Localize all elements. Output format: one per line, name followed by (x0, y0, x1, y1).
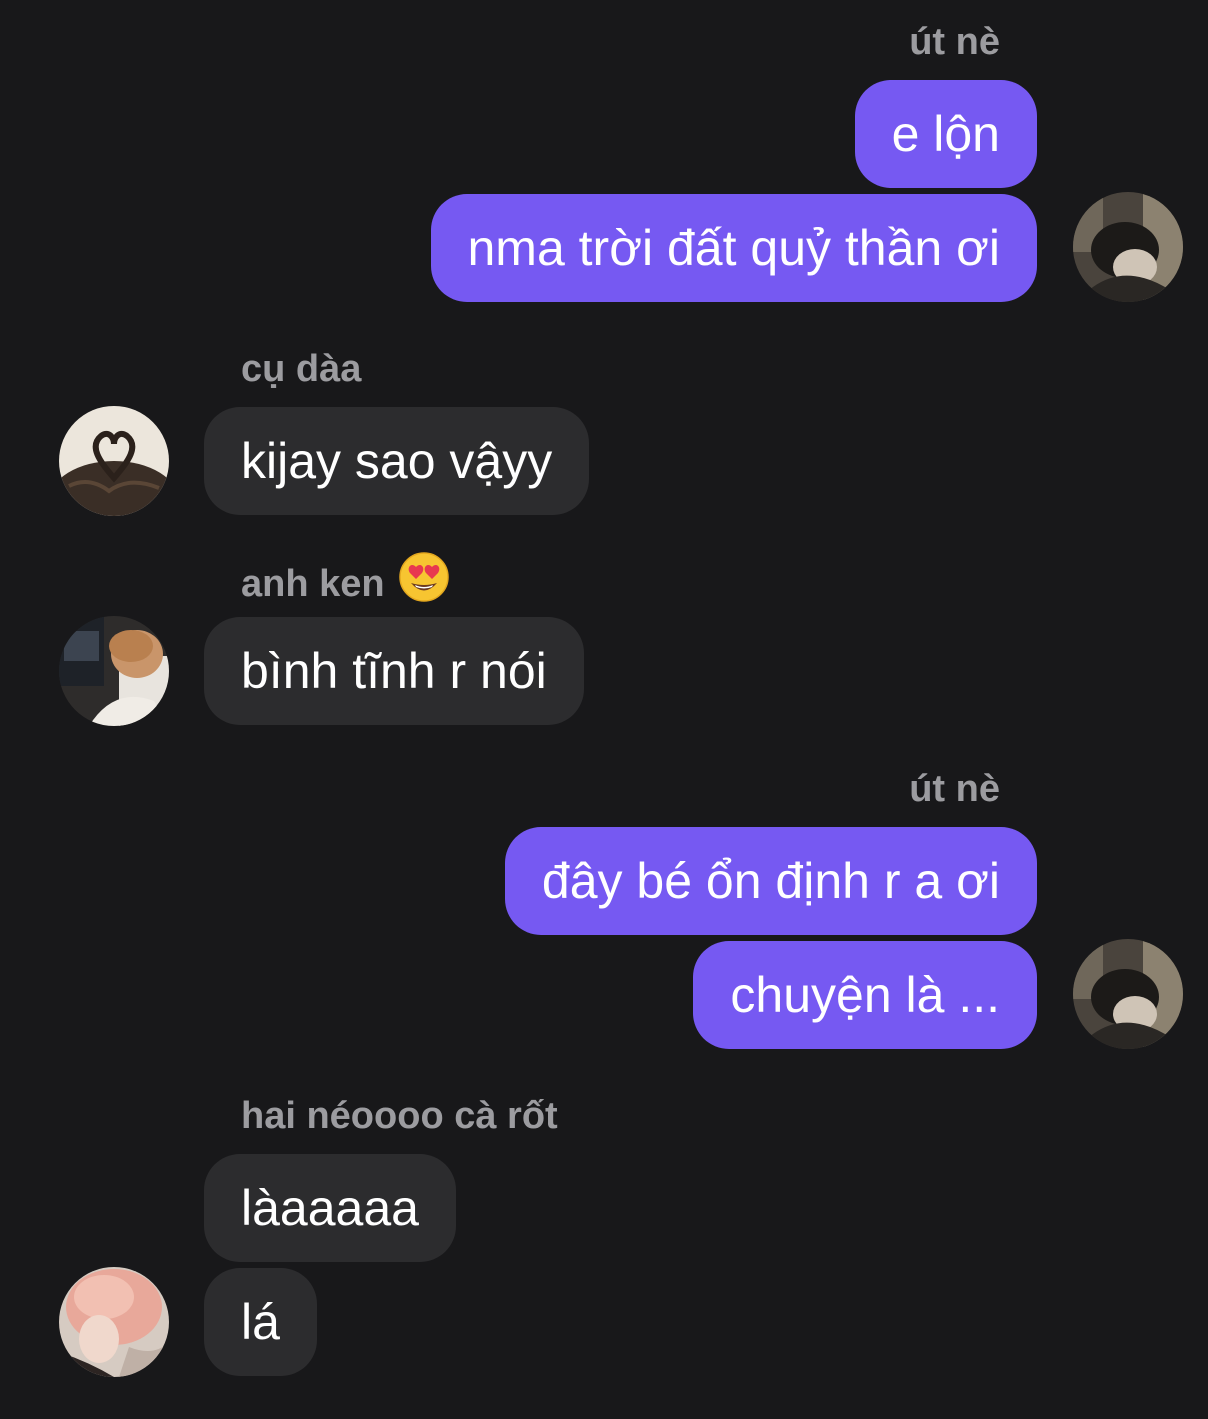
avatar-hai-neoooo[interactable] (59, 1267, 169, 1377)
chat-thread: út nè e lộn nma trời đất quỷ thần ơi cụ … (0, 0, 1208, 1419)
avatar-ut-ne[interactable] (1073, 939, 1183, 1049)
sender-name-text: anh ken (241, 563, 385, 606)
message-bubble-incoming[interactable]: bình tĩnh r nói (204, 617, 584, 725)
message-bubble-incoming[interactable]: lá (204, 1268, 317, 1376)
heart-eyes-emoji-icon (398, 552, 449, 612)
sender-name-ut-ne: út nè (909, 21, 1000, 63)
sender-name-hai-neoooo: hai néoooo cà rốt (241, 1095, 558, 1137)
avatar-anh-ken[interactable] (59, 616, 169, 726)
sender-name-ut-ne: út nè (909, 768, 1000, 810)
avatar-cu-daa[interactable] (59, 406, 169, 516)
message-bubble-incoming[interactable]: làaaaaa (204, 1154, 456, 1262)
avatar-ut-ne[interactable] (1073, 192, 1183, 302)
sender-name-anh-ken: anh ken (241, 552, 449, 616)
message-bubble-outgoing[interactable]: đây bé ổn định r a ơi (504, 827, 1037, 935)
message-bubble-incoming[interactable]: kijay sao vậyy (204, 407, 590, 515)
message-bubble-outgoing[interactable]: e lộn (854, 80, 1037, 188)
message-bubble-outgoing[interactable]: nma trời đất quỷ thần ơi (430, 194, 1037, 302)
message-bubble-outgoing[interactable]: chuyện là ... (693, 941, 1037, 1049)
sender-name-cu-daa: cụ dàa (241, 348, 362, 390)
